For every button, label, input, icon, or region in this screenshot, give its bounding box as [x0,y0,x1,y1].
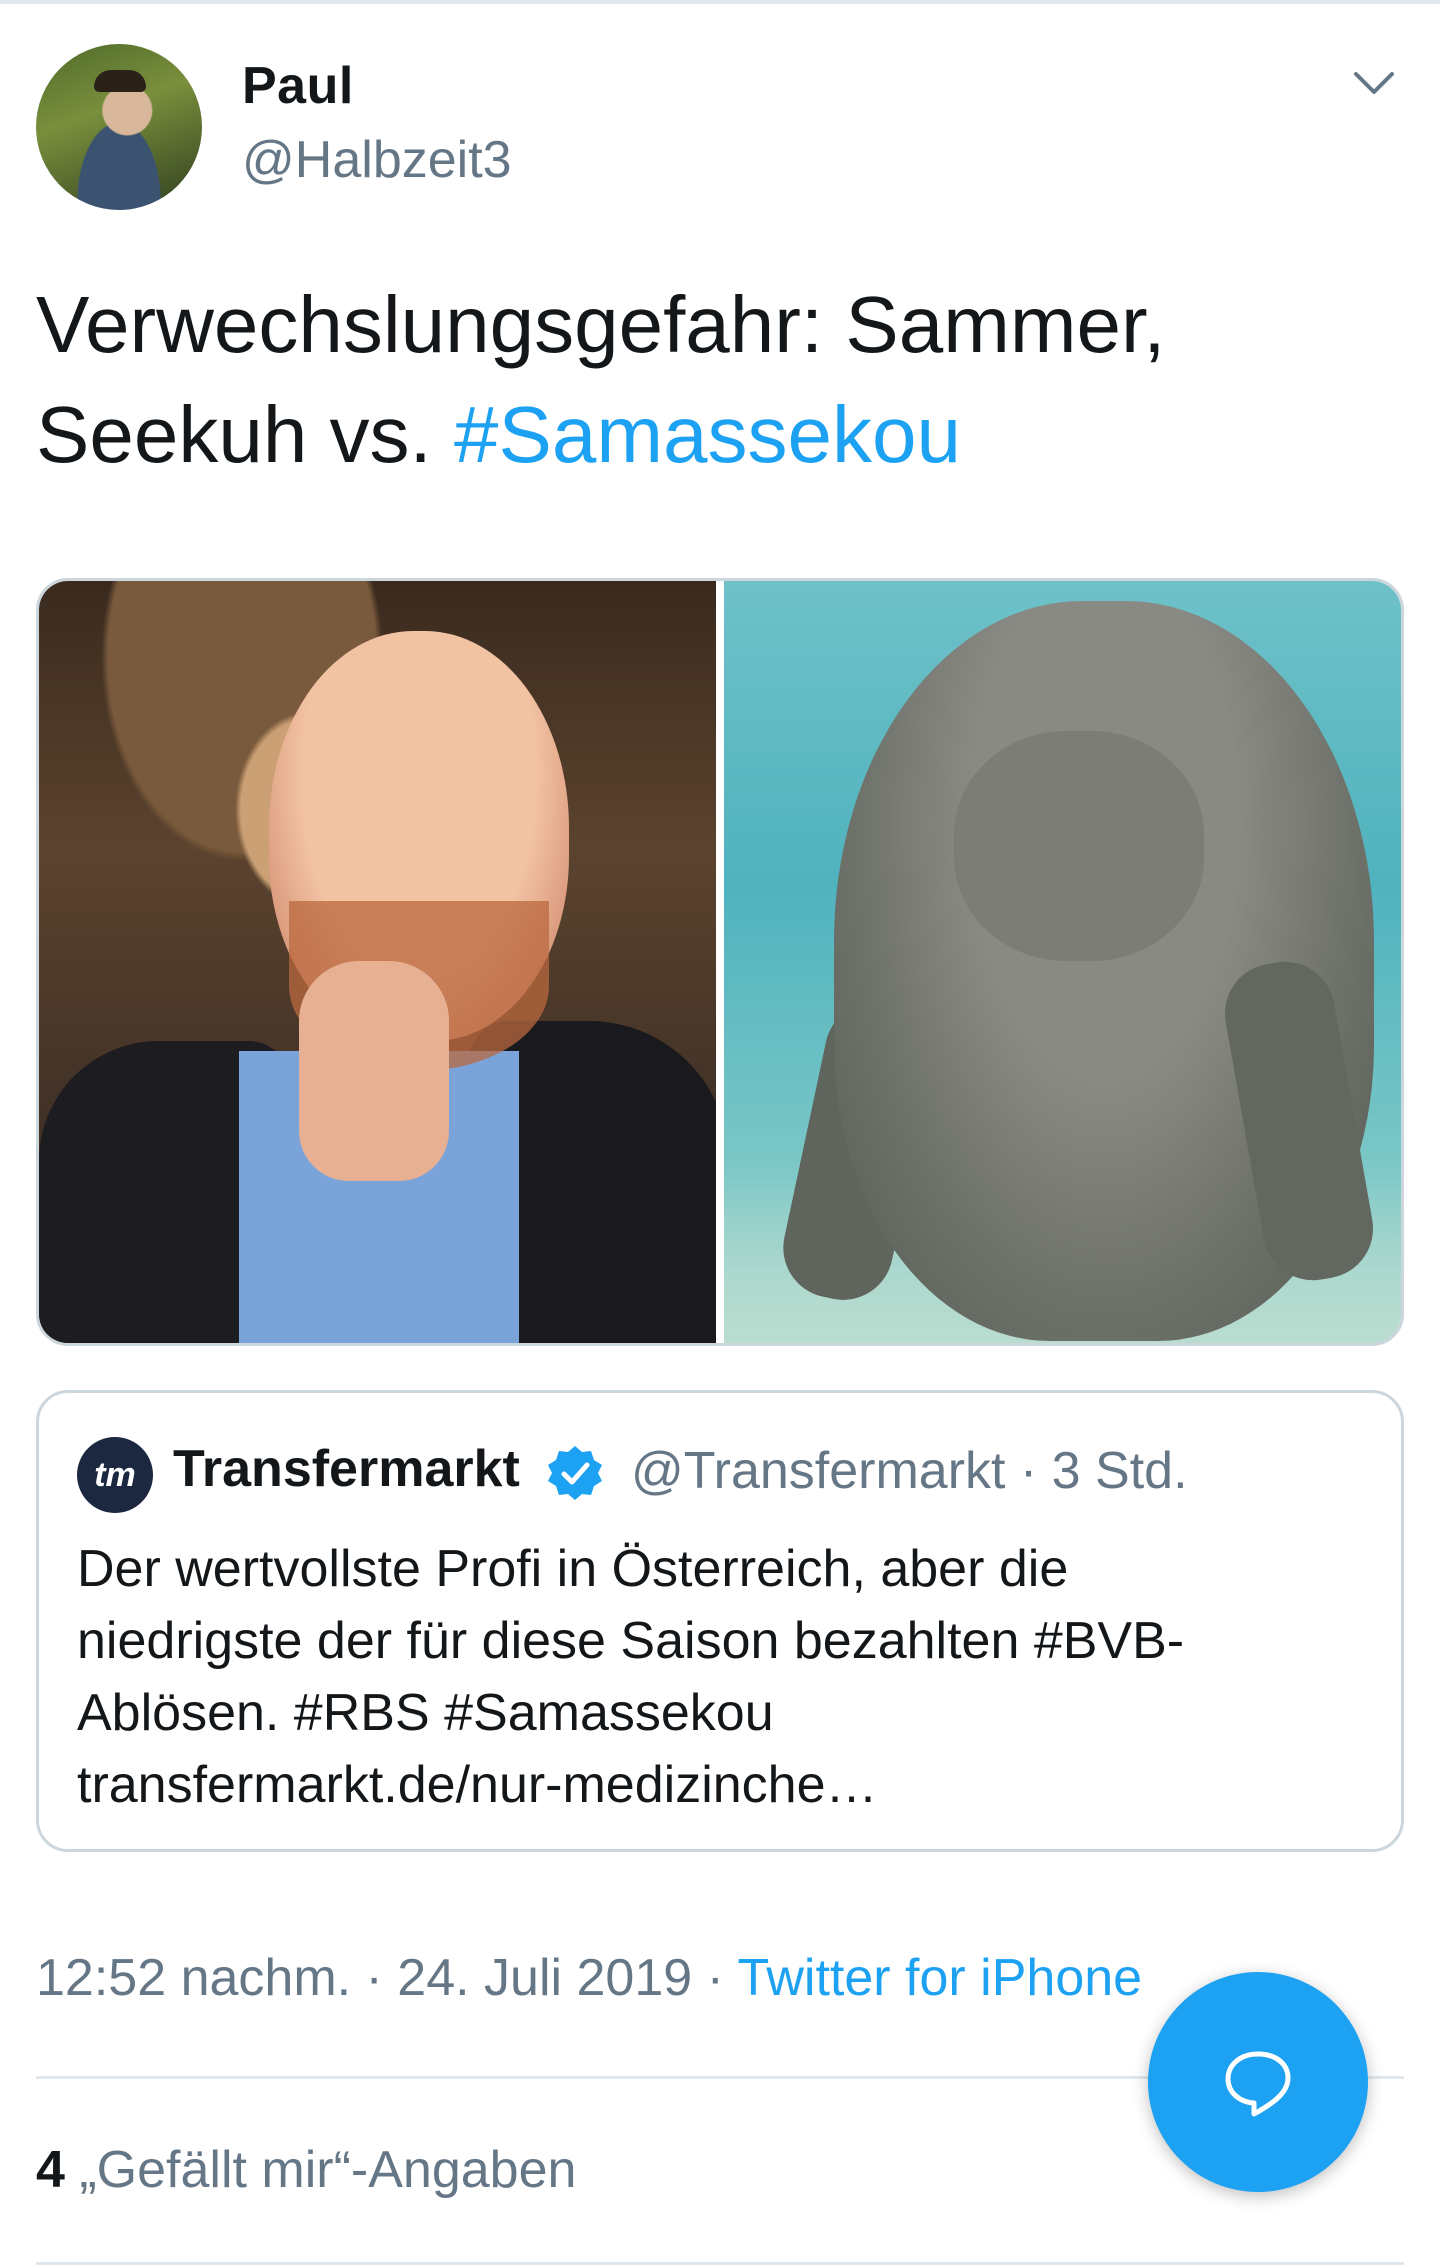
photo-manatee[interactable] [724,581,1401,1343]
quoted-author-name: Transfermarkt [173,1440,520,1498]
quoted-meta: @Transfermarkt · 3 Std. [631,1442,1188,1500]
chevron-down-icon[interactable] [1350,58,1398,106]
avatar[interactable] [36,44,202,210]
top-divider [0,0,1440,4]
tweet-text-line: Verwechslungsgefahr: Sammer, [36,280,1166,369]
reply-bubble-icon [1225,2051,1291,2117]
hashtag-link[interactable]: #Samassekou [454,390,961,479]
likes-label: „Gefällt mir“-Angaben [64,2141,577,2199]
media-grid [36,578,1404,1346]
tweet-text-line: Seekuh vs. #Samassekou [36,380,1396,490]
display-name[interactable]: Paul [242,56,354,116]
quoted-text-line: transfermarkt.de/nur-medizinche… [77,1756,878,1814]
quoted-text-line: Der wertvollste Profi in Österreich, abe… [77,1540,1069,1598]
verified-badge-icon [548,1446,602,1500]
quoted-text-line: niedrigste der für diese Saison bezahlte… [77,1612,1185,1670]
quoted-text-line: Ablösen. #RBS #Samassekou [77,1684,774,1742]
transfermarkt-logo: tm [77,1437,153,1513]
tweet-text-plain: Seekuh vs. [36,390,455,479]
likes-count: 4 [36,2141,65,2199]
tweet-timestamp: 12:52 nachm. · 24. Juli 2019 · Twitter f… [36,1948,1142,2008]
user-handle[interactable]: @Halbzeit3 [242,130,512,190]
source-link[interactable]: Twitter for iPhone [737,1949,1142,2007]
bottom-divider [36,2262,1404,2265]
likes-stat[interactable]: 4 „Gefällt mir“-Angaben [36,2140,576,2200]
tweet-text: Verwechslungsgefahr: Sammer, Seekuh vs. … [36,270,1396,490]
timestamp-text: 12:52 nachm. · 24. Juli 2019 · [36,1949,738,2007]
quoted-tweet[interactable]: tm Transfermarkt @Transfermarkt · 3 Std.… [36,1390,1404,1852]
quoted-text: Der wertvollste Profi in Österreich, abe… [77,1533,1377,1821]
reply-button[interactable] [1148,1972,1368,2192]
photo-man-thumbs-up[interactable] [39,581,716,1343]
